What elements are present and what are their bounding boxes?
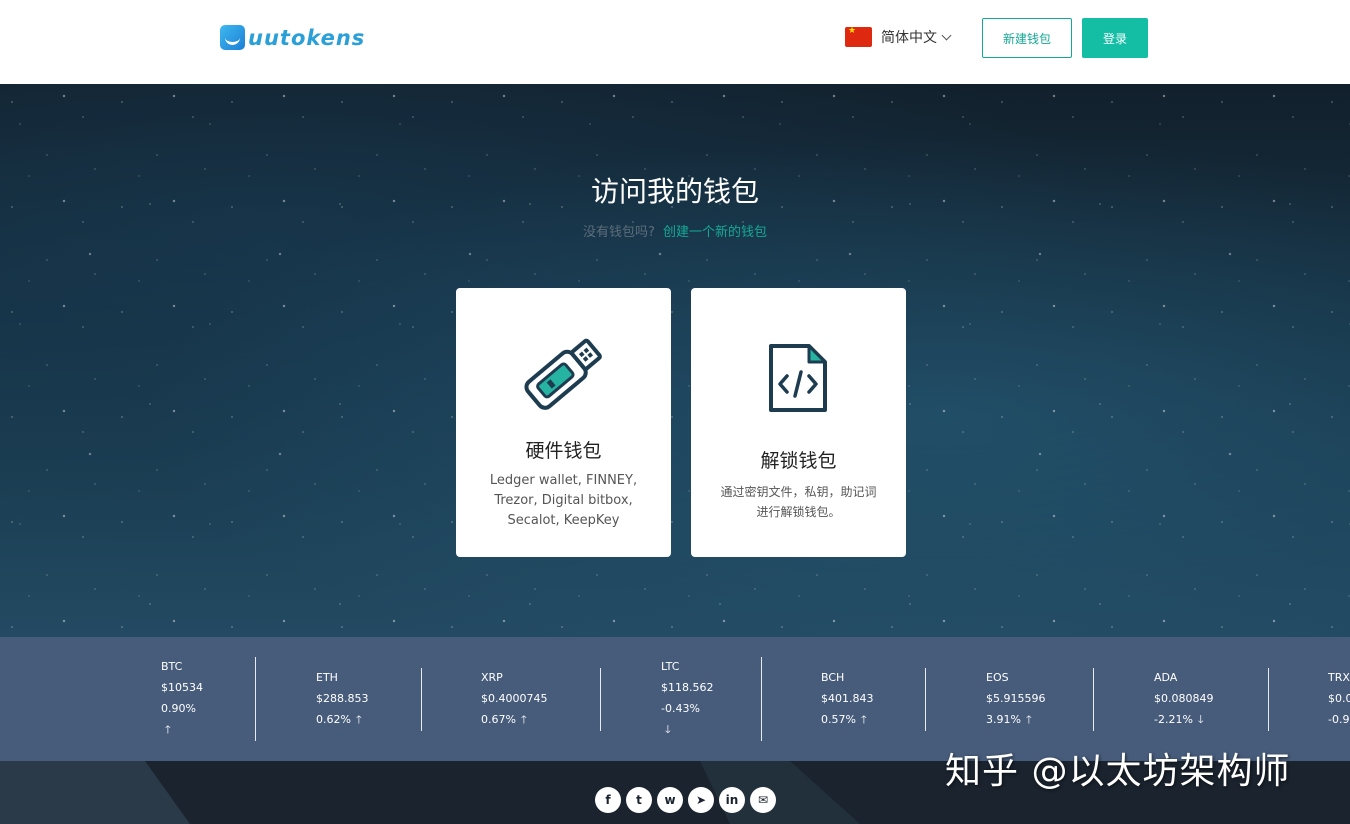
coin-change: 0.62% <box>316 713 351 726</box>
coin-symbol: ADA <box>1154 671 1178 684</box>
new-wallet-button[interactable]: 新建钱包 <box>982 18 1072 58</box>
ticker-item-eos[interactable]: EOS $5.915596 3.91% 🡑 <box>986 667 1046 730</box>
ticker-item-xrp[interactable]: XRP $0.4000745 0.67% 🡑 <box>481 667 547 730</box>
arrow-up-icon: 🡑 <box>165 723 171 736</box>
ticker-divider <box>255 657 256 741</box>
coin-change: 0.90% <box>161 702 196 715</box>
arrow-up-icon: 🡑 <box>355 713 362 726</box>
logo-text: uutokens <box>248 25 366 50</box>
ticker-divider <box>421 668 422 731</box>
telegram-icon[interactable]: ➤ <box>688 787 714 813</box>
ticker-divider <box>600 668 601 731</box>
ticker-item-eth[interactable]: ETH $288.853 0.62% 🡑 <box>316 667 369 730</box>
chevron-down-icon <box>941 30 952 40</box>
coin-symbol: ETH <box>316 671 338 684</box>
linkedin-icon[interactable]: in <box>719 787 745 813</box>
coin-price: $0.0 <box>1328 692 1350 705</box>
twitter-icon[interactable]: t <box>626 787 652 813</box>
hero-subtitle: 没有钱包吗? 创建一个新的钱包 <box>0 221 1350 240</box>
arrow-down-icon: 🡓 <box>1197 713 1204 726</box>
coin-price: $288.853 <box>316 692 369 705</box>
coin-price: $118.562 <box>661 681 714 694</box>
ticker-item-btc[interactable]: BTC $10534 0.90% 🡑 <box>161 656 203 740</box>
ticker-item-ltc[interactable]: LTC $118.562 -0.43% 🡓 <box>661 656 714 740</box>
coin-symbol: BCH <box>821 671 845 684</box>
login-button[interactable]: 登录 <box>1082 18 1148 58</box>
ticker-divider <box>1093 668 1094 731</box>
unlock-wallet-description: 通过密钥文件，私钥，助记词 进行解锁钱包。 <box>711 482 886 522</box>
coin-price: $0.080849 <box>1154 692 1214 705</box>
no-wallet-question: 没有钱包吗? <box>583 225 655 240</box>
coin-price: $5.915596 <box>986 692 1046 705</box>
coin-change: -0.97 <box>1328 713 1350 726</box>
coin-price: $401.843 <box>821 692 874 705</box>
wechat-icon[interactable]: ✉ <box>750 787 776 813</box>
ticker-item-ada[interactable]: ADA $0.080849 -2.21% 🡓 <box>1154 667 1214 730</box>
starfield-background-layer <box>0 84 1350 637</box>
hardware-wallet-description: Ledger wallet, FINNEY, Trezor, Digital b… <box>476 471 651 531</box>
coin-change: 0.57% <box>821 713 856 726</box>
coin-change: -0.43% <box>661 702 700 715</box>
weibo-icon[interactable]: w <box>657 787 683 813</box>
unlock-wallet-title: 解锁钱包 <box>760 450 837 472</box>
coin-symbol: BTC <box>161 660 183 673</box>
ticker-item-bch[interactable]: BCH $401.843 0.57% 🡑 <box>821 667 874 730</box>
zhihu-watermark: 知乎 @以太坊架构师 <box>945 751 1291 792</box>
arrow-up-icon: 🡑 <box>1025 713 1032 726</box>
language-label: 简体中文 <box>881 30 937 46</box>
usb-drive-icon <box>456 332 671 420</box>
ticker-divider <box>925 668 926 731</box>
coin-symbol: XRP <box>481 671 503 684</box>
coin-symbol: LTC <box>661 660 680 673</box>
create-wallet-link[interactable]: 创建一个新的钱包 <box>663 225 767 240</box>
social-links: f t w ➤ in ✉ <box>595 787 776 813</box>
page-title: 访问我的钱包 <box>590 175 759 208</box>
description-line: 通过密钥文件，私钥，助记词 <box>720 485 877 499</box>
coin-price: $0.4000745 <box>481 692 548 705</box>
top-header: uutokens 简体中文 新建钱包 登录 <box>0 0 1350 84</box>
description-line: Secalot, KeepKey <box>507 513 620 528</box>
arrow-up-icon: 🡑 <box>860 713 867 726</box>
hardware-wallet-title: 硬件钱包 <box>525 440 602 462</box>
arrow-up-icon: 🡑 <box>520 713 527 726</box>
coin-symbol: TRX <box>1328 671 1350 684</box>
logo-mark-icon <box>220 25 245 50</box>
coin-change: 0.67% <box>481 713 516 726</box>
description-line: Ledger wallet, FINNEY, <box>489 473 638 488</box>
china-flag-icon <box>845 26 872 47</box>
code-file-icon <box>691 342 906 418</box>
coin-symbol: EOS <box>986 671 1009 684</box>
ticker-divider <box>1268 668 1269 731</box>
ticker-divider <box>761 657 762 741</box>
brand-logo[interactable]: uutokens <box>220 25 365 50</box>
hardware-wallet-card[interactable]: 硬件钱包 Ledger wallet, FINNEY, Trezor, Digi… <box>456 288 671 557</box>
ticker-item-trx[interactable]: TRX $0.0 -0.97 <box>1328 667 1350 730</box>
coin-change: -2.21% <box>1154 713 1193 726</box>
coin-price: $10534 <box>161 681 203 694</box>
unlock-wallet-card[interactable]: 解锁钱包 通过密钥文件，私钥，助记词 进行解锁钱包。 <box>691 288 906 557</box>
description-line: Trezor, Digital bitbox, <box>494 493 633 508</box>
description-line: 进行解锁钱包。 <box>756 505 841 519</box>
footer-decoration <box>0 761 190 824</box>
hero-section: 访问我的钱包 没有钱包吗? 创建一个新的钱包 硬件钱包 Ledger walle… <box>0 84 1350 637</box>
coin-change: 3.91% <box>986 713 1021 726</box>
facebook-icon[interactable]: f <box>595 787 621 813</box>
arrow-down-icon: 🡓 <box>665 723 671 736</box>
language-selector[interactable]: 简体中文 <box>845 26 952 47</box>
